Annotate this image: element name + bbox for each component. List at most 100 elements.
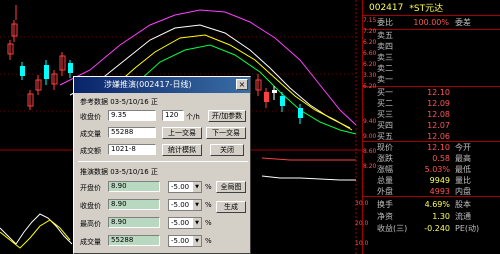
s2-row-value[interactable]: 8.90 bbox=[108, 181, 160, 192]
price-scale-tick: 8.60 bbox=[363, 148, 377, 155]
stat-label: 总量 bbox=[377, 176, 393, 185]
sell-label: 卖四 bbox=[377, 42, 393, 51]
sell-row: 卖一 bbox=[363, 75, 500, 85]
percent-sign: % bbox=[205, 237, 212, 245]
dialog-title-bar[interactable]: 涉嫌推演(002417-日线) × bbox=[74, 77, 250, 93]
chevron-down-icon[interactable]: ▼ bbox=[193, 200, 201, 210]
s1-close-value[interactable]: 9.35 bbox=[108, 110, 156, 121]
indicator-scale-tick: 10.0 bbox=[355, 240, 369, 247]
s2-row-label: 最高价 bbox=[80, 220, 101, 228]
fundamental-label: 收益(三) bbox=[377, 224, 408, 233]
close-button[interactable]: × bbox=[236, 79, 248, 90]
stat-row: 涨跌 0.58 最高 bbox=[363, 154, 500, 164]
s2-row-pct-select[interactable]: -5.00 ▼ bbox=[168, 181, 202, 193]
weibi-label: 委比 bbox=[377, 18, 393, 27]
sell-row: 卖五 bbox=[363, 31, 500, 41]
stat-label: 现价 bbox=[377, 143, 393, 152]
next-day-button[interactable]: 下一交易 bbox=[206, 127, 246, 139]
stat-value: 5.03% bbox=[424, 165, 450, 174]
stat-label: 涨跌 bbox=[377, 154, 393, 163]
indicator-line-right bbox=[261, 175, 356, 181]
stat-sim-button[interactable]: 统计模拟 bbox=[162, 144, 202, 156]
s2-row-pct-value: -5.00 bbox=[171, 183, 190, 191]
prev-day-button[interactable]: 上一交易 bbox=[162, 127, 202, 139]
indicator-line-yellow bbox=[0, 219, 71, 249]
indicator-line-right-2 bbox=[261, 157, 356, 161]
s2-row-pct-select[interactable]: -5.00 ▼ bbox=[168, 199, 202, 211]
price-scale-tick: 6.20 bbox=[363, 39, 377, 46]
sell-row: 卖二 bbox=[363, 64, 500, 74]
indicator-scale-tick: 30.0 bbox=[355, 200, 369, 207]
chevron-down-icon[interactable]: ▼ bbox=[193, 218, 201, 228]
s1-label-close: 收盘价 bbox=[80, 113, 101, 121]
close-dialog-button[interactable]: 关闭 bbox=[210, 144, 244, 156]
weicha-label: 委差 bbox=[455, 18, 471, 27]
separator bbox=[363, 29, 500, 30]
buy-row: 买四 12.07 bbox=[363, 121, 500, 131]
s2-row-value[interactable]: 8.90 bbox=[108, 217, 160, 228]
indicator-scale-tick: 20.0 bbox=[355, 220, 369, 227]
s2-row-pct-select[interactable]: -5.00 ▼ bbox=[168, 235, 202, 247]
buy-price: 12.10 bbox=[427, 88, 450, 97]
fundamental-row: 换手 4.69% 股本 bbox=[363, 200, 500, 210]
s1-label-volume: 成交量 bbox=[80, 130, 101, 138]
stat-row: 总量 9949 量比 bbox=[363, 176, 500, 186]
fundamental-label-right: 流通 bbox=[455, 212, 471, 221]
fundamental-row: 收益(三) -0.240 PE(动) bbox=[363, 224, 500, 234]
separator bbox=[363, 141, 500, 142]
sell-label: 卖二 bbox=[377, 64, 393, 73]
s2-row-label: 开盘价 bbox=[80, 184, 101, 192]
generate-button[interactable]: 生成 bbox=[216, 201, 246, 213]
sell-label: 卖五 bbox=[377, 31, 393, 40]
buy-label: 买四 bbox=[377, 121, 393, 130]
sell-row: 卖四 bbox=[363, 42, 500, 52]
s2-row-value[interactable]: 55288 bbox=[108, 235, 160, 246]
weibi-row: 委比 100.00% 委差 bbox=[363, 18, 500, 28]
s1-label-amount: 成交额 bbox=[80, 147, 101, 155]
open-params-button[interactable]: 开/加参数 bbox=[208, 110, 246, 122]
price-scale-tick: 7.15 bbox=[363, 17, 377, 24]
fundamental-label: 换手 bbox=[377, 200, 393, 209]
s1-mid-value[interactable]: 120 bbox=[162, 110, 184, 121]
price-scale-tick: 7.20 bbox=[363, 28, 377, 35]
separator bbox=[363, 86, 500, 87]
buy-price: 12.08 bbox=[427, 110, 450, 119]
candles bbox=[7, 5, 73, 110]
weibi-value: 100.00% bbox=[413, 18, 449, 27]
stat-label-right: 今开 bbox=[455, 143, 471, 152]
stat-label: 涨幅 bbox=[377, 165, 393, 174]
s2-row-pct-select[interactable]: -5.00 ▼ bbox=[168, 217, 202, 229]
fundamental-label: 净资 bbox=[377, 212, 393, 221]
percent-sign: % bbox=[205, 219, 212, 227]
buy-label: 买一 bbox=[377, 88, 393, 97]
section-reference-label: 参考数据 03-5/10/16 正 bbox=[80, 98, 158, 106]
s1-volume-value[interactable]: 55288 bbox=[108, 127, 156, 138]
price-scale-tick: 6.20 bbox=[363, 61, 377, 68]
separator bbox=[363, 196, 500, 197]
section-divider bbox=[78, 161, 248, 162]
section-simulation-label: 推演数据 03-5/10/16 正 bbox=[80, 168, 158, 176]
s2-row-pct-value: -5.00 bbox=[171, 219, 190, 227]
fundamental-label-right: PE(动) bbox=[455, 224, 480, 233]
sell-label: 卖三 bbox=[377, 53, 393, 62]
stat-row: 现价 12.10 今开 bbox=[363, 143, 500, 153]
quote-panel: 002417 *ST元达 委比 100.00% 委差 卖五卖四卖三卖二卖一 买一… bbox=[362, 0, 500, 254]
s2-row-pct-value: -5.00 bbox=[171, 237, 190, 245]
buy-price: 12.07 bbox=[427, 121, 450, 130]
s1-amount-value[interactable]: 1021-8 bbox=[108, 144, 156, 155]
fundamental-label-right: 股本 bbox=[455, 200, 471, 209]
fundamental-row: 净资 1.30 流通 bbox=[363, 212, 500, 222]
fundamental-value: 4.69% bbox=[424, 200, 450, 209]
buy-row: 买三 12.08 bbox=[363, 110, 500, 120]
quote-header: 002417 *ST元达 bbox=[363, 0, 500, 16]
price-scale-tick: 3.30 bbox=[363, 72, 377, 79]
s2-row-value[interactable]: 8.90 bbox=[108, 199, 160, 210]
price-scale-tick: 9.40 bbox=[363, 118, 377, 125]
buy-price: 12.09 bbox=[427, 99, 450, 108]
global-chart-button[interactable]: 全局图 bbox=[216, 181, 246, 193]
chevron-down-icon[interactable]: ▼ bbox=[193, 236, 201, 246]
simulation-dialog[interactable]: 涉嫌推演(002417-日线) × 参考数据 03-5/10/16 正 收盘价 … bbox=[73, 76, 251, 254]
chevron-down-icon[interactable]: ▼ bbox=[193, 182, 201, 192]
stat-value: 0.58 bbox=[432, 154, 450, 163]
price-scale-tick: 6.20 bbox=[363, 83, 377, 90]
